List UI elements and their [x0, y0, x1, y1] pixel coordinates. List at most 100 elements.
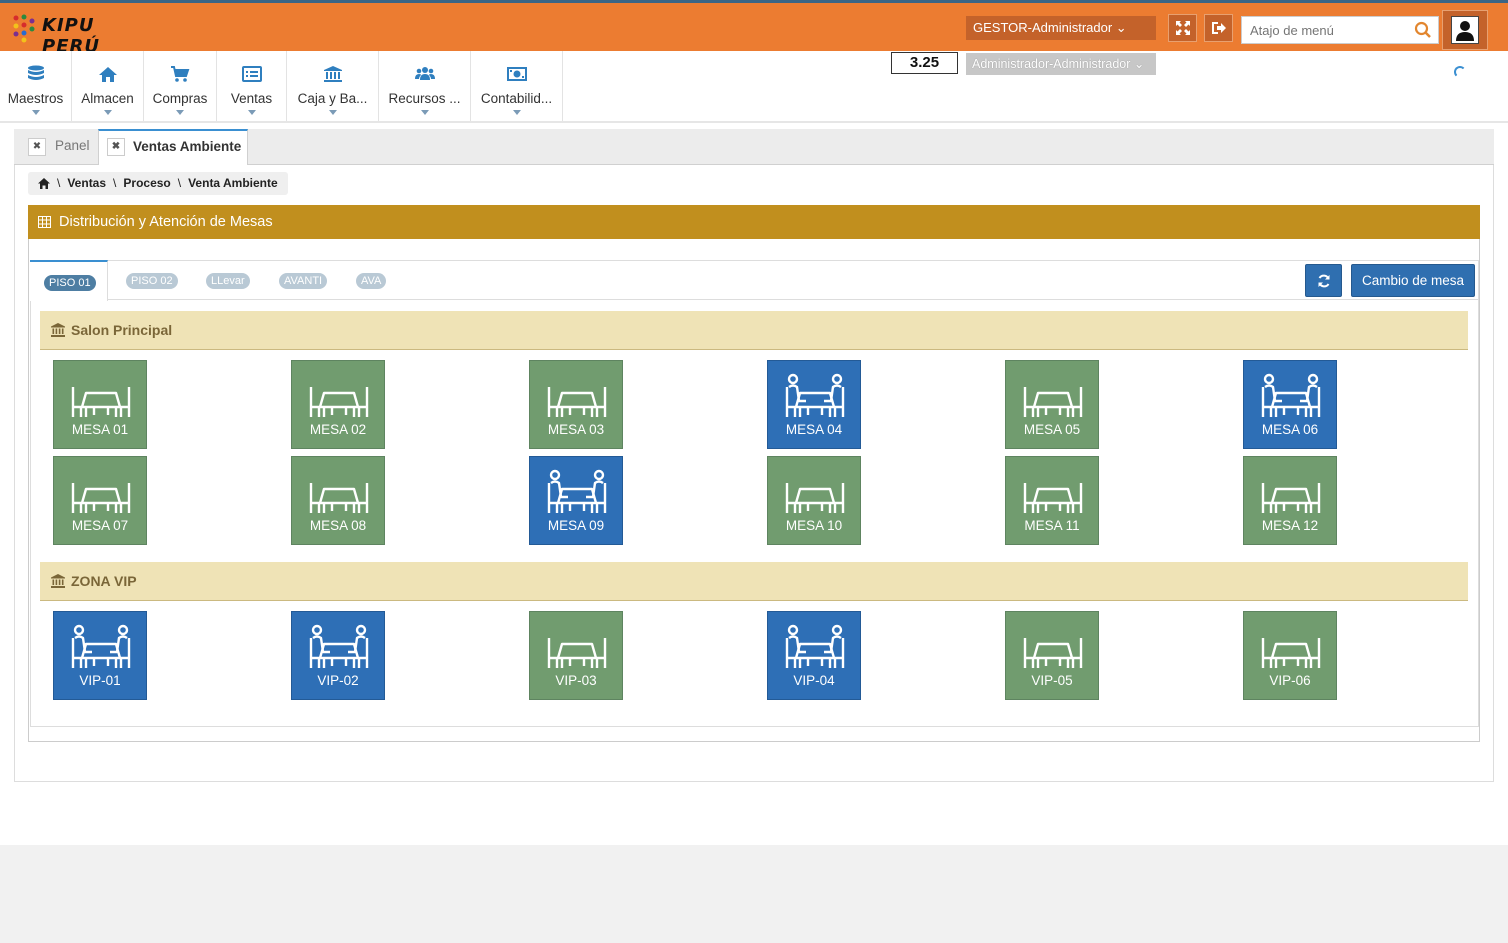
tab-label: Ventas Ambiente	[133, 139, 242, 154]
fullscreen-button[interactable]	[1168, 14, 1197, 42]
user-avatar-icon	[1456, 21, 1474, 41]
table-icon	[71, 387, 131, 417]
table-icon	[1261, 638, 1321, 668]
table-tile-mesa-06[interactable]: MESA 06	[1243, 360, 1337, 449]
table-icon	[309, 387, 369, 417]
cart-icon	[171, 66, 190, 82]
main-menu-bar: Maestros Almacen Compras Ventas Caja y B…	[0, 51, 1508, 123]
home-icon	[98, 67, 117, 82]
table-tile-vip-04[interactable]: VIP-04	[767, 611, 861, 700]
table-icon	[547, 638, 607, 668]
menu-label: Almacen	[81, 91, 134, 106]
table-label: VIP-04	[793, 673, 835, 688]
table-tile-mesa-08[interactable]: MESA 08	[291, 456, 385, 545]
table-tile-mesa-03[interactable]: MESA 03	[529, 360, 623, 449]
table-tile-mesa-10[interactable]: MESA 10	[767, 456, 861, 545]
zone-header-salon-principal: Salon Principal	[40, 311, 1468, 350]
table-tile-mesa-02[interactable]: MESA 02	[291, 360, 385, 449]
floor-tab-avanti[interactable]: AVANTI	[279, 273, 328, 289]
database-icon	[27, 65, 44, 80]
table-label: MESA 09	[547, 518, 605, 533]
loading-spinner-icon	[1454, 66, 1466, 78]
menu-shortcut-input[interactable]	[1242, 17, 1402, 43]
logout-button[interactable]	[1204, 14, 1233, 42]
menu-compras[interactable]: Compras	[144, 51, 217, 121]
user-avatar	[1451, 16, 1479, 44]
sign-out-icon	[1211, 22, 1226, 34]
occupied-table-icon	[547, 469, 607, 513]
breadcrumb-item: Venta Ambiente	[188, 176, 278, 190]
close-icon[interactable]: ✖	[107, 138, 125, 156]
table-tile-mesa-11[interactable]: MESA 11	[1005, 456, 1099, 545]
occupied-table-icon	[309, 624, 369, 668]
table-tile-vip-06[interactable]: VIP-06	[1243, 611, 1337, 700]
brand-logo[interactable]: KIPU PERÚ	[12, 13, 142, 57]
breadcrumb-item[interactable]: Proceso	[123, 172, 170, 195]
table-label: MESA 07	[71, 518, 129, 533]
document-tabs: ✖ Panel ✖ Ventas Ambiente	[14, 129, 1494, 166]
table-icon	[547, 387, 607, 417]
table-label: MESA 04	[785, 422, 843, 437]
change-table-button[interactable]: Cambio de mesa	[1351, 264, 1475, 297]
zone-name: ZONA VIP	[71, 573, 137, 589]
user-avatar-button[interactable]	[1442, 10, 1488, 50]
table-tile-vip-02[interactable]: VIP-02	[291, 611, 385, 700]
home-icon[interactable]	[38, 178, 50, 189]
refresh-button[interactable]	[1305, 264, 1342, 297]
expand-icon	[1175, 21, 1190, 35]
floor-tab-piso-01[interactable]: PISO 01	[30, 260, 108, 301]
user-dropdown-secondary[interactable]: Administrador-Administrador ⌄	[966, 53, 1156, 75]
refresh-icon	[1318, 274, 1330, 288]
table-label: MESA 08	[309, 518, 367, 533]
bank-icon	[51, 574, 65, 588]
zone-name: Salon Principal	[71, 322, 173, 338]
table-tile-mesa-09[interactable]: MESA 09	[529, 456, 623, 545]
occupied-table-icon	[785, 373, 845, 417]
menu-label: Contabilid...	[480, 91, 553, 106]
table-label: VIP-02	[317, 673, 359, 688]
user-role-dropdown[interactable]: GESTOR-Administrador ⌄	[966, 16, 1156, 40]
money-icon	[506, 67, 527, 81]
table-tile-mesa-05[interactable]: MESA 05	[1005, 360, 1099, 449]
panel-header: Distribución y Atención de Mesas	[28, 205, 1480, 239]
menu-recursos[interactable]: Recursos ...	[379, 51, 471, 121]
kipu-logo-icon	[13, 14, 35, 43]
caret-down-icon	[103, 110, 112, 115]
menu-caja-bancos[interactable]: Caja y Ba...	[287, 51, 379, 121]
list-alt-icon	[241, 66, 262, 82]
page: KIPU PERÚ GESTOR-Administrador ⌄ Atajo d…	[0, 0, 1508, 943]
occupied-table-icon	[1261, 373, 1321, 417]
occupied-table-icon	[71, 624, 131, 668]
floor-tab-ava[interactable]: AVA	[356, 273, 387, 289]
search-icon[interactable]	[1414, 21, 1432, 39]
table-icon	[785, 483, 845, 513]
caret-down-icon	[176, 110, 184, 115]
table-label: VIP-05	[1031, 673, 1073, 688]
table-tile-mesa-12[interactable]: MESA 12	[1243, 456, 1337, 545]
table-tile-vip-01[interactable]: VIP-01	[53, 611, 147, 700]
table-label: VIP-01	[79, 673, 121, 688]
table-label: VIP-06	[1269, 673, 1311, 688]
floor-tab-llevar[interactable]: LLevar	[206, 273, 250, 289]
table-tile-vip-03[interactable]: VIP-03	[529, 611, 623, 700]
table-tile-mesa-04[interactable]: MESA 04	[767, 360, 861, 449]
menu-contabilidad[interactable]: Contabilid...	[471, 51, 563, 121]
table-grid-icon	[38, 216, 51, 228]
table-icon	[1023, 387, 1083, 417]
menu-maestros[interactable]: Maestros	[0, 51, 72, 121]
table-tile-vip-05[interactable]: VIP-05	[1005, 611, 1099, 700]
breadcrumb-item[interactable]: Ventas	[67, 172, 106, 195]
menu-ventas[interactable]: Ventas	[217, 51, 287, 121]
table-tile-mesa-07[interactable]: MESA 07	[53, 456, 147, 545]
caret-down-icon	[31, 110, 40, 115]
table-tile-mesa-01[interactable]: MESA 01	[53, 360, 147, 449]
tab-ventas-ambiente[interactable]: ✖ Ventas Ambiente	[98, 129, 248, 166]
table-label: MESA 01	[71, 422, 129, 437]
table-label: MESA 02	[309, 422, 367, 437]
tab-panel[interactable]: ✖ Panel	[20, 129, 98, 165]
menu-almacen[interactable]: Almacen	[72, 51, 144, 121]
close-icon[interactable]: ✖	[28, 138, 46, 156]
menu-label: Compras	[152, 91, 208, 106]
floor-tab-piso-02[interactable]: PISO 02	[126, 273, 178, 289]
zone-header-zona-vip: ZONA VIP	[40, 562, 1468, 601]
